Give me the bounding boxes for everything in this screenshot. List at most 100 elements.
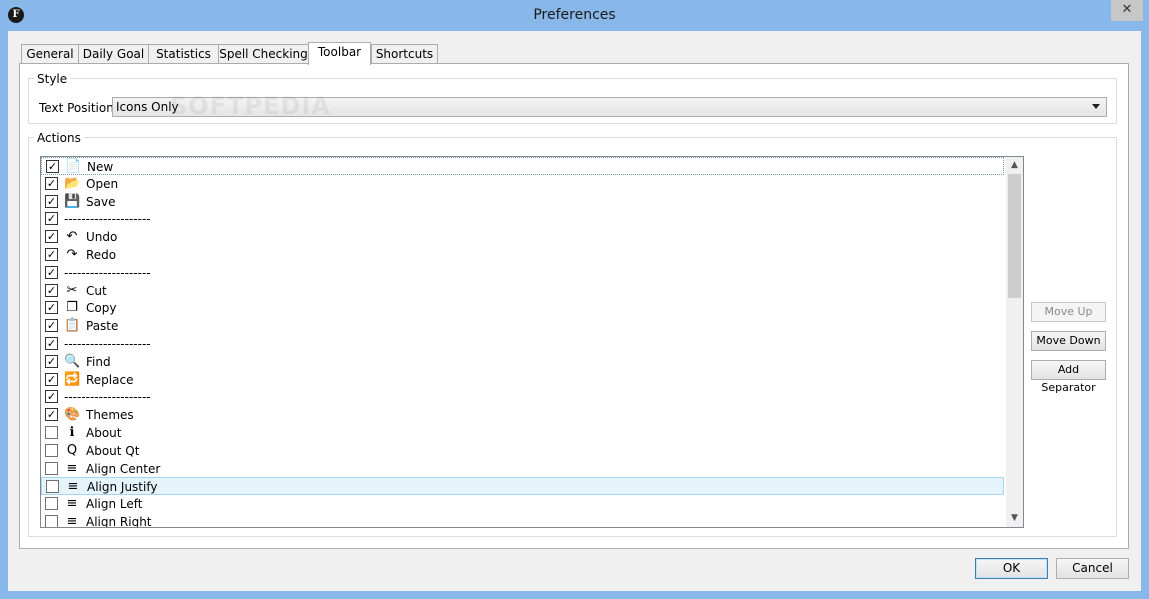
action-label: Align Center [86,461,161,476]
action-checkbox[interactable] [45,497,58,511]
action-checkbox[interactable]: ✓ [45,283,58,297]
open-icon: 📂 [64,175,81,191]
move-up-button[interactable]: Move Up [1031,302,1106,322]
chevron-down-icon [1092,104,1100,109]
action-list-item[interactable]: ✓ 📄 New [41,157,1004,175]
add-separator-button[interactable]: Add Separator [1031,360,1106,394]
align-justify-icon: ≡ [67,479,79,495]
action-label: -------------------- [64,337,151,351]
action-label: New [87,160,114,174]
redo-icon: ↷ [66,247,78,262]
actions-list[interactable]: ≡ Align Right ≡ Align Left ≡ Align Justify ≡ Al… [40,156,1024,528]
move-down-button[interactable]: Move Down [1031,331,1106,351]
tab-shortcuts[interactable]: Shortcuts [371,44,438,64]
action-checkbox[interactable]: ✓ [45,372,58,386]
copy-icon: ❐ [66,300,78,316]
tab-general[interactable]: General [21,44,79,64]
action-label: Undo [86,230,118,245]
action-list-item[interactable]: ✓ 🔍 Find [41,353,1004,371]
tab-statistics[interactable]: Statistics [148,44,219,64]
cancel-button[interactable]: Cancel [1056,558,1129,579]
action-list-item[interactable]: ✓ ↷ Redo [41,246,1004,264]
action-checkbox[interactable] [46,480,59,494]
action-list-item[interactable]: ✓ 💾 Save [41,193,1004,211]
softpedia-watermark: SOFTPEDIA [170,92,331,120]
action-list-item[interactable]: ✓ 🔁 Replace [41,371,1004,389]
action-label: Find [86,354,111,369]
save-icon: 💾 [64,193,81,209]
action-label: Align Left [86,497,143,512]
action-checkbox[interactable]: ✓ [45,319,58,333]
action-checkbox[interactable]: ✓ [45,248,58,261]
action-checkbox[interactable]: ✓ [45,301,58,315]
close-button[interactable]: ✕ [1111,0,1143,21]
action-checkbox[interactable] [45,443,58,457]
action-list-item[interactable]: ≡ Align Justify [41,477,1004,496]
text-position-label: Text Position: [39,101,118,115]
action-list-item[interactable]: ✓ 🎨 Themes [41,406,1004,424]
paste-icon: 📋 [64,318,81,334]
action-checkbox[interactable]: ✓ [45,176,58,190]
action-checkbox[interactable]: ✓ [45,354,58,368]
action-label: Copy [86,301,117,316]
action-label: -------------------- [64,390,151,405]
action-list-item[interactable]: ✓ -------------------- [41,335,1004,353]
ok-button[interactable]: OK [975,558,1048,579]
action-checkbox[interactable]: ✓ [45,337,58,350]
action-list-item[interactable]: ✓ 📋 Paste [41,317,1004,335]
action-checkbox[interactable]: ✓ [45,265,58,279]
action-checkbox[interactable] [45,461,58,475]
tab-toolbar[interactable]: Toolbar [308,42,371,65]
action-checkbox[interactable]: ✓ [45,194,58,208]
align-center-icon: ≡ [66,460,78,476]
action-checkbox[interactable] [45,515,58,527]
action-list-item[interactable]: ✓ 📂 Open [41,175,1004,193]
dialog-client-area: General Daily Goal Statistics Spell Chec… [8,31,1141,591]
action-list-item[interactable]: ✓ ❐ Copy [41,299,1004,317]
action-list-item[interactable]: ✓ ✂ Cut [41,282,1004,300]
action-list-item[interactable]: ✓ ↶ Undo [41,228,1004,246]
action-list-item[interactable]: ℹ About [41,424,1004,442]
action-list-item[interactable]: ✓ -------------------- [41,264,1004,282]
window-title: Preferences [533,7,616,23]
action-list-item[interactable]: ✓ -------------------- [41,388,1004,406]
action-label: About Qt [86,443,140,458]
binoculars-icon: 🔍 [64,353,81,369]
action-list-item[interactable]: ≡ Align Center [41,460,1004,478]
action-checkbox[interactable]: ✓ [45,390,58,404]
action-list-item[interactable]: ≡ Align Left [41,495,1004,513]
title-bar[interactable]: F Preferences ✕ [0,0,1149,31]
action-checkbox[interactable] [45,426,58,439]
preferences-window: F Preferences ✕ General Daily Goal Stati… [0,0,1149,599]
action-label: Align Right [86,515,152,528]
undo-icon: ↶ [66,229,78,245]
action-checkbox[interactable]: ✓ [45,408,58,422]
toolbar-tab-panel: Style Text Position: Icons Only SOFTPEDI… [19,63,1129,549]
action-list-item[interactable]: ✓ -------------------- [41,210,1004,228]
action-label: Paste [86,319,119,334]
vertical-scrollbar[interactable]: ▲ ▼ [1006,157,1023,527]
align-right-icon: ≡ [66,514,78,528]
action-label: Cut [86,283,107,298]
scissors-icon: ✂ [66,282,78,298]
action-label: About [86,426,122,440]
action-checkbox[interactable]: ✓ [45,212,58,226]
tab-daily-goal[interactable]: Daily Goal [78,44,149,64]
align-left-icon: ≡ [66,496,78,512]
action-label: -------------------- [64,265,151,280]
tab-spell-checking[interactable]: Spell Checking [218,44,309,64]
action-checkbox[interactable]: ✓ [46,160,59,173]
style-group-title: Style [34,72,71,86]
action-label: Redo [86,248,117,262]
action-list-item[interactable]: Q About Qt [41,442,1004,460]
scroll-down-arrow[interactable]: ▼ [1006,510,1023,527]
palette-icon: 🎨 [64,407,81,423]
scroll-up-arrow[interactable]: ▲ [1006,157,1023,174]
action-label: Align Justify [87,480,158,495]
action-label: -------------------- [64,212,151,227]
action-list-item[interactable]: ≡ Align Right [41,513,1004,528]
action-checkbox[interactable]: ✓ [45,230,58,244]
info-icon: ℹ [69,425,75,440]
scroll-thumb[interactable] [1008,174,1021,298]
action-label: Save [86,194,116,209]
